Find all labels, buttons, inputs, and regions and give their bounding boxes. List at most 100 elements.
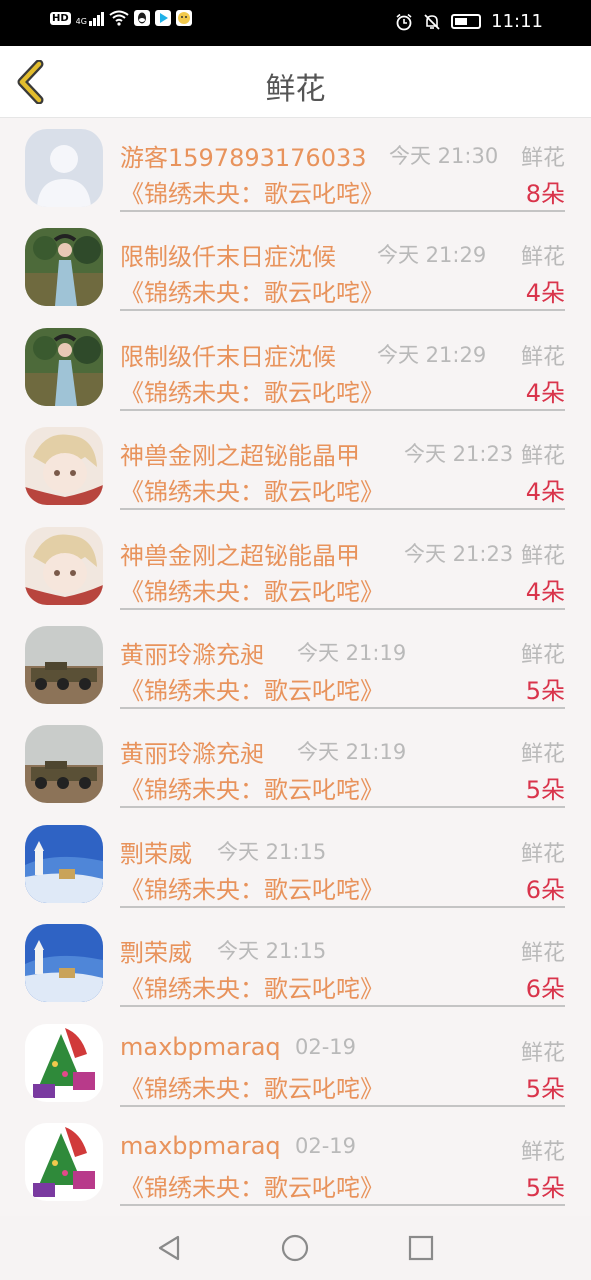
list-item[interactable]: 限制级仟末日症沈候 今天 21:29 鲜花 《锦绣未央：歌云叱咤》 4朵 <box>0 217 591 316</box>
book-title[interactable]: 《锦绣未央：歌云叱咤》 <box>120 273 384 308</box>
timestamp: 02-19 <box>295 1034 357 1059</box>
nickname: 黄丽玲滁充昶 <box>120 640 264 669</box>
flower-count: 4朵 <box>525 577 565 606</box>
divider <box>120 706 565 709</box>
gift-type: 鲜花 <box>520 1040 565 1066</box>
flower-count: 4朵 <box>525 478 565 507</box>
nickname: 剽荣威 <box>120 839 192 868</box>
divider <box>120 1104 565 1107</box>
timestamp: 今天 21:19 <box>297 640 407 665</box>
circle-home-icon[interactable] <box>280 1233 310 1263</box>
nickname: 神兽金刚之超铋能晶甲 <box>120 541 360 570</box>
list-item[interactable]: 神兽金刚之超铋能晶甲 今天 21:23 鲜花 《锦绣未央：歌云叱咤》 4朵 <box>0 416 591 515</box>
christmas-tree-avatar[interactable] <box>25 1122 103 1201</box>
list-item[interactable]: maxbpmaraq 02-19 鲜花 《锦绣未央：歌云叱咤》 5朵 <box>0 1112 591 1211</box>
mini-app-icon <box>175 10 192 26</box>
system-nav-bar <box>0 1216 591 1280</box>
flower-count: 6朵 <box>525 975 565 1004</box>
status-bar: HD 4G 11:11 <box>0 0 591 46</box>
nickname: 神兽金刚之超铋能晶甲 <box>120 442 360 471</box>
list-item[interactable]: 剽荣威 今天 21:15 鲜花 《锦绣未央：歌云叱咤》 6朵 <box>0 913 591 1012</box>
network-type: HD <box>50 11 71 25</box>
gift-type: 鲜花 <box>520 444 565 470</box>
page-title: 鲜花 <box>265 72 326 107</box>
app-header: 鲜花 <box>0 46 591 118</box>
gift-type: 鲜花 <box>520 245 565 271</box>
gift-type: 鲜花 <box>520 1139 565 1165</box>
costume-girl-photo-avatar[interactable] <box>25 327 103 406</box>
flower-count: 4朵 <box>525 378 565 407</box>
gift-type: 鲜花 <box>520 543 565 569</box>
book-title[interactable]: 《锦绣未央：歌云叱咤》 <box>120 572 384 607</box>
nickname: 限制级仟末日症沈候 <box>120 342 336 371</box>
armored-vehicle-avatar[interactable] <box>25 725 103 804</box>
triangle-back-icon[interactable] <box>154 1233 184 1263</box>
divider <box>120 1005 565 1008</box>
list-item[interactable]: 神兽金刚之超铋能晶甲 今天 21:23 鲜花 《锦绣未央：歌云叱咤》 4朵 <box>0 516 591 615</box>
flower-count: 8朵 <box>525 180 565 208</box>
video-app-icon <box>154 10 171 26</box>
book-title[interactable]: 《锦绣未央：歌云叱咤》 <box>120 770 384 805</box>
timestamp: 今天 21:15 <box>217 839 327 864</box>
signal-label: 4G <box>75 17 87 26</box>
nickname: maxbpmaraq <box>120 1032 281 1061</box>
nickname: 黄丽玲滁充昶 <box>120 740 264 769</box>
book-title[interactable]: 《锦绣未央：歌云叱咤》 <box>120 373 384 408</box>
list-item[interactable]: maxbpmaraq 02-19 鲜花 《锦绣未央：歌云叱咤》 5朵 <box>0 1013 591 1112</box>
book-title[interactable]: 《锦绣未央：歌云叱咤》 <box>120 1168 384 1203</box>
list-item[interactable]: 黄丽玲滁充昶 今天 21:19 鲜花 《锦绣未央：歌云叱咤》 5朵 <box>0 615 591 714</box>
book-title[interactable]: 《锦绣未央：歌云叱咤》 <box>120 472 384 507</box>
anime-boy-avatar[interactable] <box>25 526 103 605</box>
status-right: 11:11 <box>395 11 543 32</box>
timestamp: 02-19 <box>295 1133 357 1158</box>
book-title[interactable]: 《锦绣未央：歌云叱咤》 <box>120 174 384 209</box>
nickname: maxbpmaraq <box>120 1131 281 1160</box>
flower-count: 5朵 <box>525 776 565 805</box>
list-item[interactable]: 游客1597893176033 今天 21:30 鲜花 《锦绣未央：歌云叱咤》 … <box>0 118 591 217</box>
divider <box>120 905 565 908</box>
flower-count: 5朵 <box>525 1173 565 1202</box>
gift-type: 鲜花 <box>520 344 565 370</box>
timestamp: 今天 21:23 <box>404 442 514 467</box>
timestamp: 今天 21:30 <box>389 144 499 168</box>
gift-type: 鲜花 <box>520 742 565 768</box>
timestamp: 今天 21:23 <box>404 541 514 566</box>
square-recents-icon[interactable] <box>406 1233 436 1263</box>
anime-boy-avatar[interactable] <box>25 427 103 506</box>
christmas-tree-avatar[interactable] <box>25 1023 103 1102</box>
status-left: HD 4G <box>50 10 192 26</box>
book-title[interactable]: 《锦绣未央：歌云叱咤》 <box>120 969 384 1004</box>
wifi-icon <box>109 10 129 26</box>
battery-icon <box>451 14 482 29</box>
gift-type: 鲜花 <box>520 841 565 867</box>
nickname: 游客1597893176033 <box>120 144 367 172</box>
flower-count: 5朵 <box>525 676 565 705</box>
nickname: 剽荣威 <box>120 939 192 968</box>
list-item[interactable]: 黄丽玲滁充昶 今天 21:19 鲜花 《锦绣未央：歌云叱咤》 5朵 <box>0 714 591 813</box>
list-item[interactable]: 剽荣威 今天 21:15 鲜花 《锦绣未央：歌云叱咤》 6朵 <box>0 814 591 913</box>
list-item[interactable]: 限制级仟末日症沈候 今天 21:29 鲜花 《锦绣未央：歌云叱咤》 4朵 <box>0 317 591 416</box>
snowy-village-avatar[interactable] <box>25 824 103 903</box>
snowy-village-avatar[interactable] <box>25 924 103 1003</box>
flower-count: 6朵 <box>525 875 565 904</box>
timestamp: 今天 21:29 <box>377 243 487 268</box>
clock: 11:11 <box>491 11 543 32</box>
gift-type: 鲜花 <box>520 146 565 171</box>
divider <box>120 1203 565 1206</box>
flower-count: 5朵 <box>525 1074 565 1103</box>
book-title[interactable]: 《锦绣未央：歌云叱咤》 <box>120 1069 384 1104</box>
book-title[interactable]: 《锦绣未央：歌云叱咤》 <box>120 671 384 706</box>
mute-bell-icon <box>424 13 440 30</box>
timestamp: 今天 21:15 <box>217 939 327 964</box>
signal-icon: 4G <box>76 10 104 26</box>
flower-count: 4朵 <box>525 279 565 308</box>
armored-vehicle-avatar[interactable] <box>25 625 103 704</box>
divider <box>120 607 565 610</box>
default-user-avatar[interactable] <box>25 129 103 207</box>
alarm-icon <box>396 13 412 30</box>
divider <box>120 806 565 809</box>
book-title[interactable]: 《锦绣未央：歌云叱咤》 <box>120 870 384 905</box>
divider <box>120 309 565 312</box>
costume-girl-photo-avatar[interactable] <box>25 228 103 307</box>
qq-icon <box>133 10 150 26</box>
